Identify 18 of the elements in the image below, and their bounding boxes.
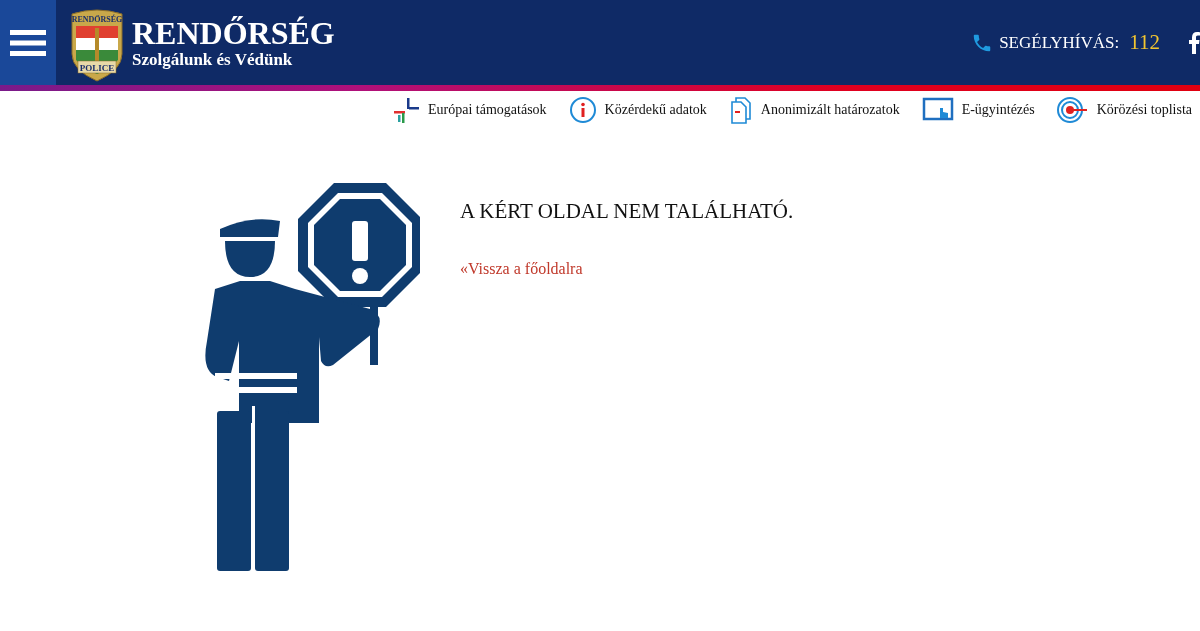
police-badge-logo[interactable]: RENDŐRSÉG POLICE — [68, 7, 126, 82]
error-heading: A KÉRT OLDAL NEM TALÁLHATÓ. — [460, 199, 794, 224]
emergency-label: SEGÉLYHÍVÁS: — [999, 32, 1120, 53]
menu-button[interactable] — [0, 0, 56, 85]
site-title[interactable]: RENDŐRSÉG — [132, 15, 335, 50]
site-slogan: Szolgálunk és Védünk — [132, 49, 294, 70]
emergency-number[interactable]: 112 — [1129, 30, 1160, 55]
quick-link[interactable]: Európai támogatások — [392, 96, 547, 124]
quick-link[interactable]: E-ügyintézés — [921, 96, 1035, 124]
info-icon — [568, 96, 597, 124]
documents-icon — [728, 96, 753, 124]
quick-link[interactable]: Közérdekű adatok — [568, 96, 707, 124]
target-icon — [1056, 96, 1089, 124]
back-to-home-link[interactable]: «Vissza a főoldalra — [460, 260, 583, 277]
facebook-icon[interactable] — [1188, 31, 1200, 54]
menu-icon — [10, 27, 46, 58]
quick-link[interactable]: Körözési toplista — [1056, 96, 1192, 124]
quick-link[interactable]: Anonimizált határozatok — [728, 96, 900, 124]
